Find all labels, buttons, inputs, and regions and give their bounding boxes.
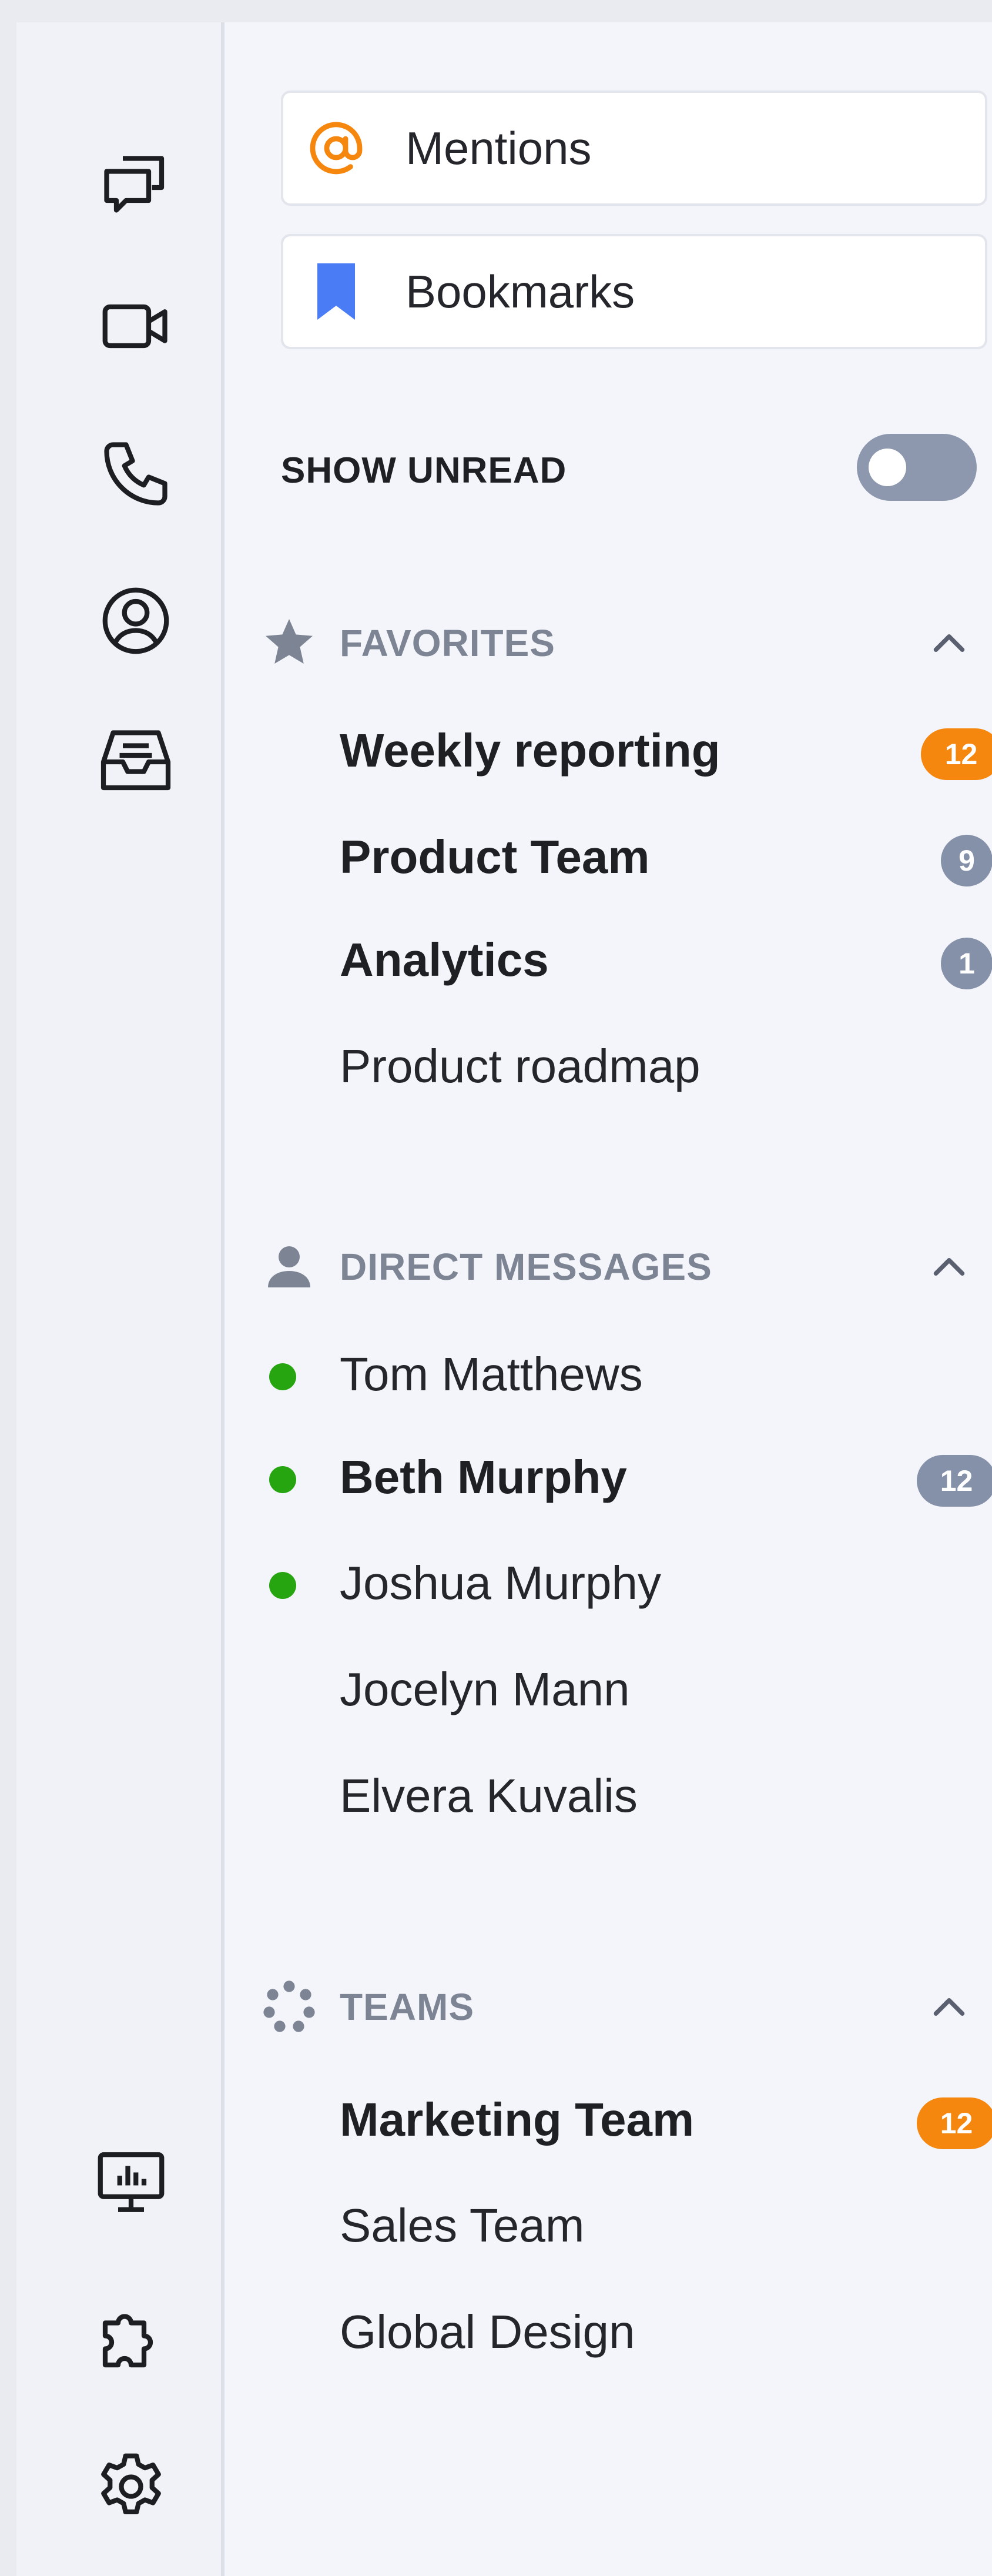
dm-label: Joshua Murphy	[340, 1557, 661, 1609]
toggle-knob	[869, 449, 906, 486]
at-sign-icon	[308, 113, 364, 183]
star-icon	[260, 613, 319, 672]
dm-item-tom-matthews[interactable]: Tom Matthews	[260, 1324, 988, 1424]
inbox-tray-icon[interactable]	[89, 715, 183, 809]
unread-badge: 9	[941, 835, 992, 886]
dm-item-elvera-kuvalis[interactable]: Elvera Kuvalis	[260, 1745, 988, 1845]
unread-badge: 1	[941, 938, 992, 989]
favorites-title: FAVORITES	[340, 622, 555, 664]
user-circle-icon[interactable]	[89, 574, 183, 668]
channel-label: Product roadmap	[340, 1040, 701, 1092]
chevron-up-icon[interactable]	[923, 617, 976, 670]
channel-label: Analytics	[340, 934, 549, 986]
online-status-dot	[269, 1572, 296, 1599]
unread-badge: 12	[917, 1455, 992, 1507]
team-label: Marketing Team	[340, 2093, 695, 2146]
online-status-dot	[269, 1466, 296, 1493]
mentions-label: Mentions	[405, 122, 592, 174]
dm-label: Tom Matthews	[340, 1348, 643, 1400]
dm-item-jocelyn-mann[interactable]: Jocelyn Mann	[260, 1639, 988, 1739]
direct-messages-section-header[interactable]: DIRECT MESSAGES	[260, 1229, 988, 1299]
dm-label: Elvera Kuvalis	[340, 1769, 638, 1822]
channel-label: Weekly reporting	[340, 724, 720, 777]
direct-messages-title: DIRECT MESSAGES	[340, 1246, 712, 1288]
unread-badge: 12	[921, 728, 992, 780]
dm-label: Jocelyn Mann	[340, 1663, 630, 1715]
unread-badge: 12	[917, 2097, 992, 2149]
bookmarks-button[interactable]: Bookmarks	[281, 234, 987, 349]
person-icon	[260, 1237, 319, 1296]
teams-section-header[interactable]: TEAMS	[260, 1969, 988, 2039]
team-label: Sales Team	[340, 2199, 585, 2252]
bookmark-icon	[308, 256, 364, 327]
app-window: Mentions Bookmarks SHOW UNREAD FAVORITES	[16, 22, 992, 2576]
chevron-up-icon[interactable]	[923, 1240, 976, 1293]
channel-label: Product Team	[340, 831, 650, 883]
online-status-dot	[269, 1363, 296, 1390]
favorites-section-header[interactable]: FAVORITES	[260, 605, 988, 675]
teams-title: TEAMS	[340, 1986, 474, 2028]
chevron-up-icon[interactable]	[923, 1980, 976, 2033]
dm-item-joshua-murphy[interactable]: Joshua Murphy	[260, 1533, 988, 1632]
favorite-item-product-roadmap[interactable]: Product roadmap	[260, 1016, 988, 1116]
puzzle-piece-icon[interactable]	[84, 2292, 178, 2386]
dm-label: Beth Murphy	[340, 1451, 627, 1503]
phone-icon[interactable]	[89, 427, 183, 521]
chat-bubbles-icon[interactable]	[89, 134, 183, 228]
video-camera-icon[interactable]	[89, 279, 183, 373]
team-item-sales-team[interactable]: Sales Team	[260, 2175, 988, 2275]
show-unread-toggle[interactable]	[857, 434, 977, 501]
team-label: Global Design	[340, 2306, 635, 2358]
teams-dots-icon	[260, 1977, 319, 2036]
channel-sidebar: Mentions Bookmarks SHOW UNREAD FAVORITES	[224, 22, 992, 2576]
favorite-item-product-team[interactable]: Product Team 9	[260, 807, 992, 906]
favorite-item-weekly-reporting[interactable]: Weekly reporting 12	[260, 700, 992, 800]
mentions-button[interactable]: Mentions	[281, 91, 987, 206]
team-item-global-design[interactable]: Global Design	[260, 2281, 988, 2381]
icon-rail	[16, 22, 222, 2576]
dm-item-beth-murphy[interactable]: Beth Murphy 12	[260, 1427, 992, 1527]
gear-icon[interactable]	[84, 2440, 178, 2534]
monitor-chart-icon[interactable]	[84, 2135, 178, 2229]
team-item-marketing-team[interactable]: Marketing Team 12	[260, 2069, 992, 2169]
bookmarks-label: Bookmarks	[405, 265, 635, 317]
favorite-item-analytics[interactable]: Analytics 1	[260, 909, 992, 1009]
show-unread-label: SHOW UNREAD	[281, 450, 567, 491]
